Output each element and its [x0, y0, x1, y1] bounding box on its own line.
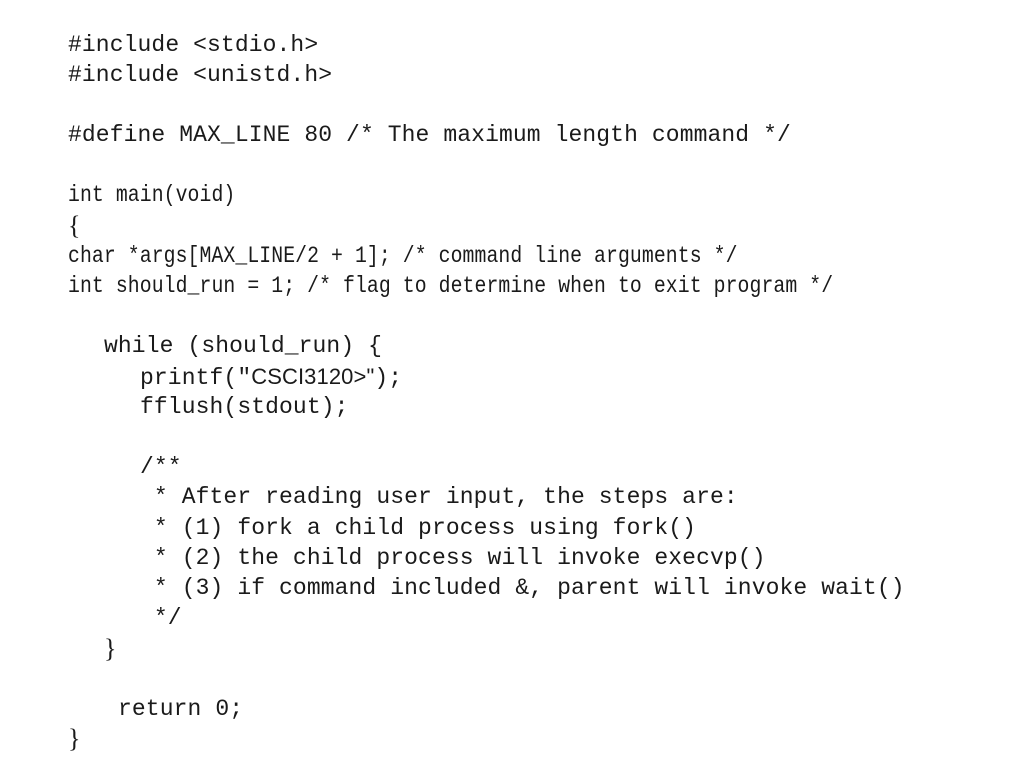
comment-line-2: * (1) fork a child process using fork(): [140, 515, 697, 541]
comment-line-4: * (3) if command included &, parent will…: [140, 575, 905, 601]
printf-line: printf("CSCI3120>");: [140, 362, 402, 393]
main-close-brace: }: [68, 724, 81, 753]
fflush-line: fflush(stdout);: [140, 394, 349, 420]
while-close-brace: }: [104, 634, 117, 663]
code-listing: #include <stdio.h> #include <unistd.h> #…: [0, 0, 1024, 778]
comment-line-3: * (2) the child process will invoke exec…: [140, 545, 766, 571]
main-open-brace: {: [68, 211, 81, 240]
include-unistd-line: #include <unistd.h>: [68, 62, 333, 88]
comment-close-line: */: [140, 605, 182, 631]
prompt-string: CSCI3120>": [251, 364, 375, 389]
args-declaration-line: char *args[MAX_LINE/2 + 1]; /* command l…: [68, 243, 738, 269]
comment-open-line: /**: [140, 454, 182, 480]
main-signature-line: int main(void): [68, 182, 236, 208]
comment-line-1: * After reading user input, the steps ar…: [140, 484, 738, 510]
return-line: return 0;: [118, 696, 244, 722]
while-header-line: while (should_run) {: [104, 333, 383, 359]
should-run-declaration-line: int should_run = 1; /* flag to determine…: [68, 273, 834, 299]
include-stdio-line: #include <stdio.h>: [68, 32, 319, 58]
define-max-line: #define MAX_LINE 80 /* The maximum lengt…: [68, 122, 791, 148]
printf-close: );: [374, 365, 403, 391]
printf-call: printf(": [140, 365, 252, 391]
